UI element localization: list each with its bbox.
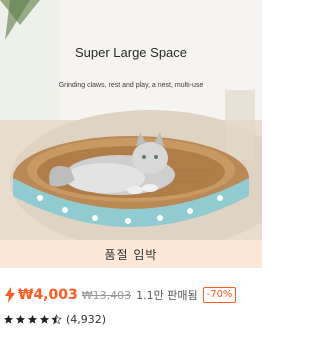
stock-status-label: 품절 임박 bbox=[104, 247, 158, 262]
half-star-icon bbox=[51, 313, 62, 324]
product-image[interactable]: Super Large Space Grinding claws, rest a… bbox=[0, 0, 262, 240]
star-rating bbox=[3, 313, 63, 325]
rating-row[interactable]: (4,932) bbox=[3, 310, 106, 328]
star-icon bbox=[39, 314, 50, 324]
current-price: ₩4,003 bbox=[18, 287, 78, 303]
image-headline: Super Large Space bbox=[74, 45, 188, 60]
image-subline: Grinding claws, rest and play, a nest, m… bbox=[58, 82, 204, 89]
stock-status-strip: 품절 임박 bbox=[0, 240, 262, 268]
star-icon bbox=[15, 314, 26, 324]
price-row: ₩4,003 ₩13,403 1.1만 판매됨 -70% bbox=[4, 284, 237, 306]
cat-bed-illustration bbox=[0, 0, 262, 240]
star-icon bbox=[27, 314, 38, 324]
review-count[interactable]: (4,932) bbox=[66, 313, 106, 326]
star-icon bbox=[3, 314, 14, 324]
product-card[interactable]: Super Large Space Grinding claws, rest a… bbox=[0, 0, 262, 340]
bolt-icon bbox=[5, 287, 15, 303]
original-price: ₩13,403 bbox=[81, 288, 132, 302]
sold-count: 1.1만 판매됨 bbox=[136, 289, 198, 302]
discount-badge: -70% bbox=[202, 287, 237, 303]
